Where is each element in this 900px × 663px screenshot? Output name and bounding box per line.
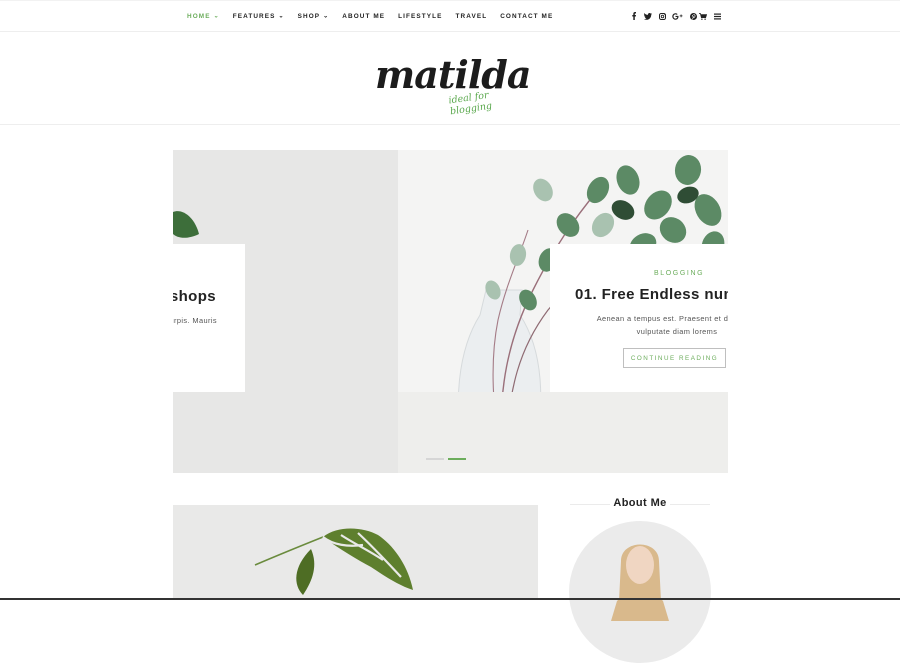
post-thumbnail[interactable] (173, 505, 538, 600)
chevron-down-icon: ⌄ (213, 13, 220, 19)
slider-dot[interactable] (426, 458, 444, 460)
previous-slide-title[interactable]: kshops (173, 288, 216, 305)
menu-item-label: HOME (187, 12, 211, 20)
menu-item-label: LIFESTYLE (398, 12, 443, 20)
slide-image-shadow (398, 392, 728, 473)
header-tools (698, 1, 722, 31)
cart-icon[interactable] (698, 12, 707, 21)
monstera-leaf-illustration (254, 528, 413, 595)
slide-title[interactable]: 01. Free Endless number (575, 286, 728, 303)
slide-category[interactable]: BLOGGING (654, 270, 704, 277)
menu-item-contact-me[interactable]: CONTACT ME (500, 13, 553, 20)
site-logo[interactable]: matilda ideal for blogging (375, 52, 531, 117)
menu-item-label: FEATURES (232, 12, 276, 20)
slider-dot-active[interactable] (448, 458, 466, 460)
menu-item-travel[interactable]: TRAVEL (456, 13, 488, 20)
slider-pagination (426, 458, 466, 460)
menu-item-lifestyle[interactable]: LIFESTYLE (398, 13, 442, 20)
google-plus-icon[interactable] (672, 12, 683, 20)
menu-item-label: CONTACT ME (500, 12, 554, 20)
about-me-avatar (569, 521, 711, 663)
twitter-icon[interactable] (644, 12, 652, 20)
slide-excerpt-line: vulputate diam lorems (636, 327, 718, 336)
previous-slide-excerpt: urpis. Mauris (173, 316, 217, 325)
sidebar-about-me-title: About Me (613, 497, 667, 509)
menu-item-shop[interactable]: SHOP ⌄ (298, 13, 330, 20)
facebook-icon[interactable] (630, 12, 638, 20)
menu-item-about-me[interactable]: ABOUT ME (342, 13, 385, 20)
menu-icon[interactable] (713, 12, 722, 21)
menu-item-home[interactable]: HOME ⌄ (187, 13, 220, 20)
continue-reading-button[interactable]: CONTINUE READING (623, 348, 726, 368)
chevron-down-icon: ⌄ (323, 13, 330, 19)
menu-item-features[interactable]: FEATURES ⌄ (233, 13, 285, 20)
previous-slide-card[interactable]: kshops urpis. Mauris (173, 244, 245, 392)
person-portrait-illustration (611, 544, 669, 621)
social-links (630, 1, 697, 31)
slide-excerpt-line: Aenean a tempus est. Praesent et dapibus… (596, 314, 728, 323)
top-navigation-bar: HOME ⌄ FEATURES ⌄ SHOP ⌄ ABOUT ME LIFEST… (0, 0, 900, 32)
menu-item-label: SHOP (297, 12, 321, 20)
chevron-down-icon: ⌄ (278, 13, 285, 19)
menu-item-label: ABOUT ME (342, 12, 386, 20)
main-menu: HOME ⌄ FEATURES ⌄ SHOP ⌄ ABOUT ME LIFEST… (187, 1, 566, 31)
current-slide-card: BLOGGING 01. Free Endless number Aenean … (550, 244, 728, 392)
pinterest-icon[interactable] (689, 12, 697, 20)
instagram-icon[interactable] (658, 12, 666, 20)
featured-slider[interactable]: kshops urpis. Mauris BLOGGING 01. Free E… (173, 150, 728, 473)
menu-item-label: TRAVEL (455, 12, 488, 20)
slide-excerpt: Aenean a tempus est. Praesent et dapibus… (577, 312, 728, 338)
